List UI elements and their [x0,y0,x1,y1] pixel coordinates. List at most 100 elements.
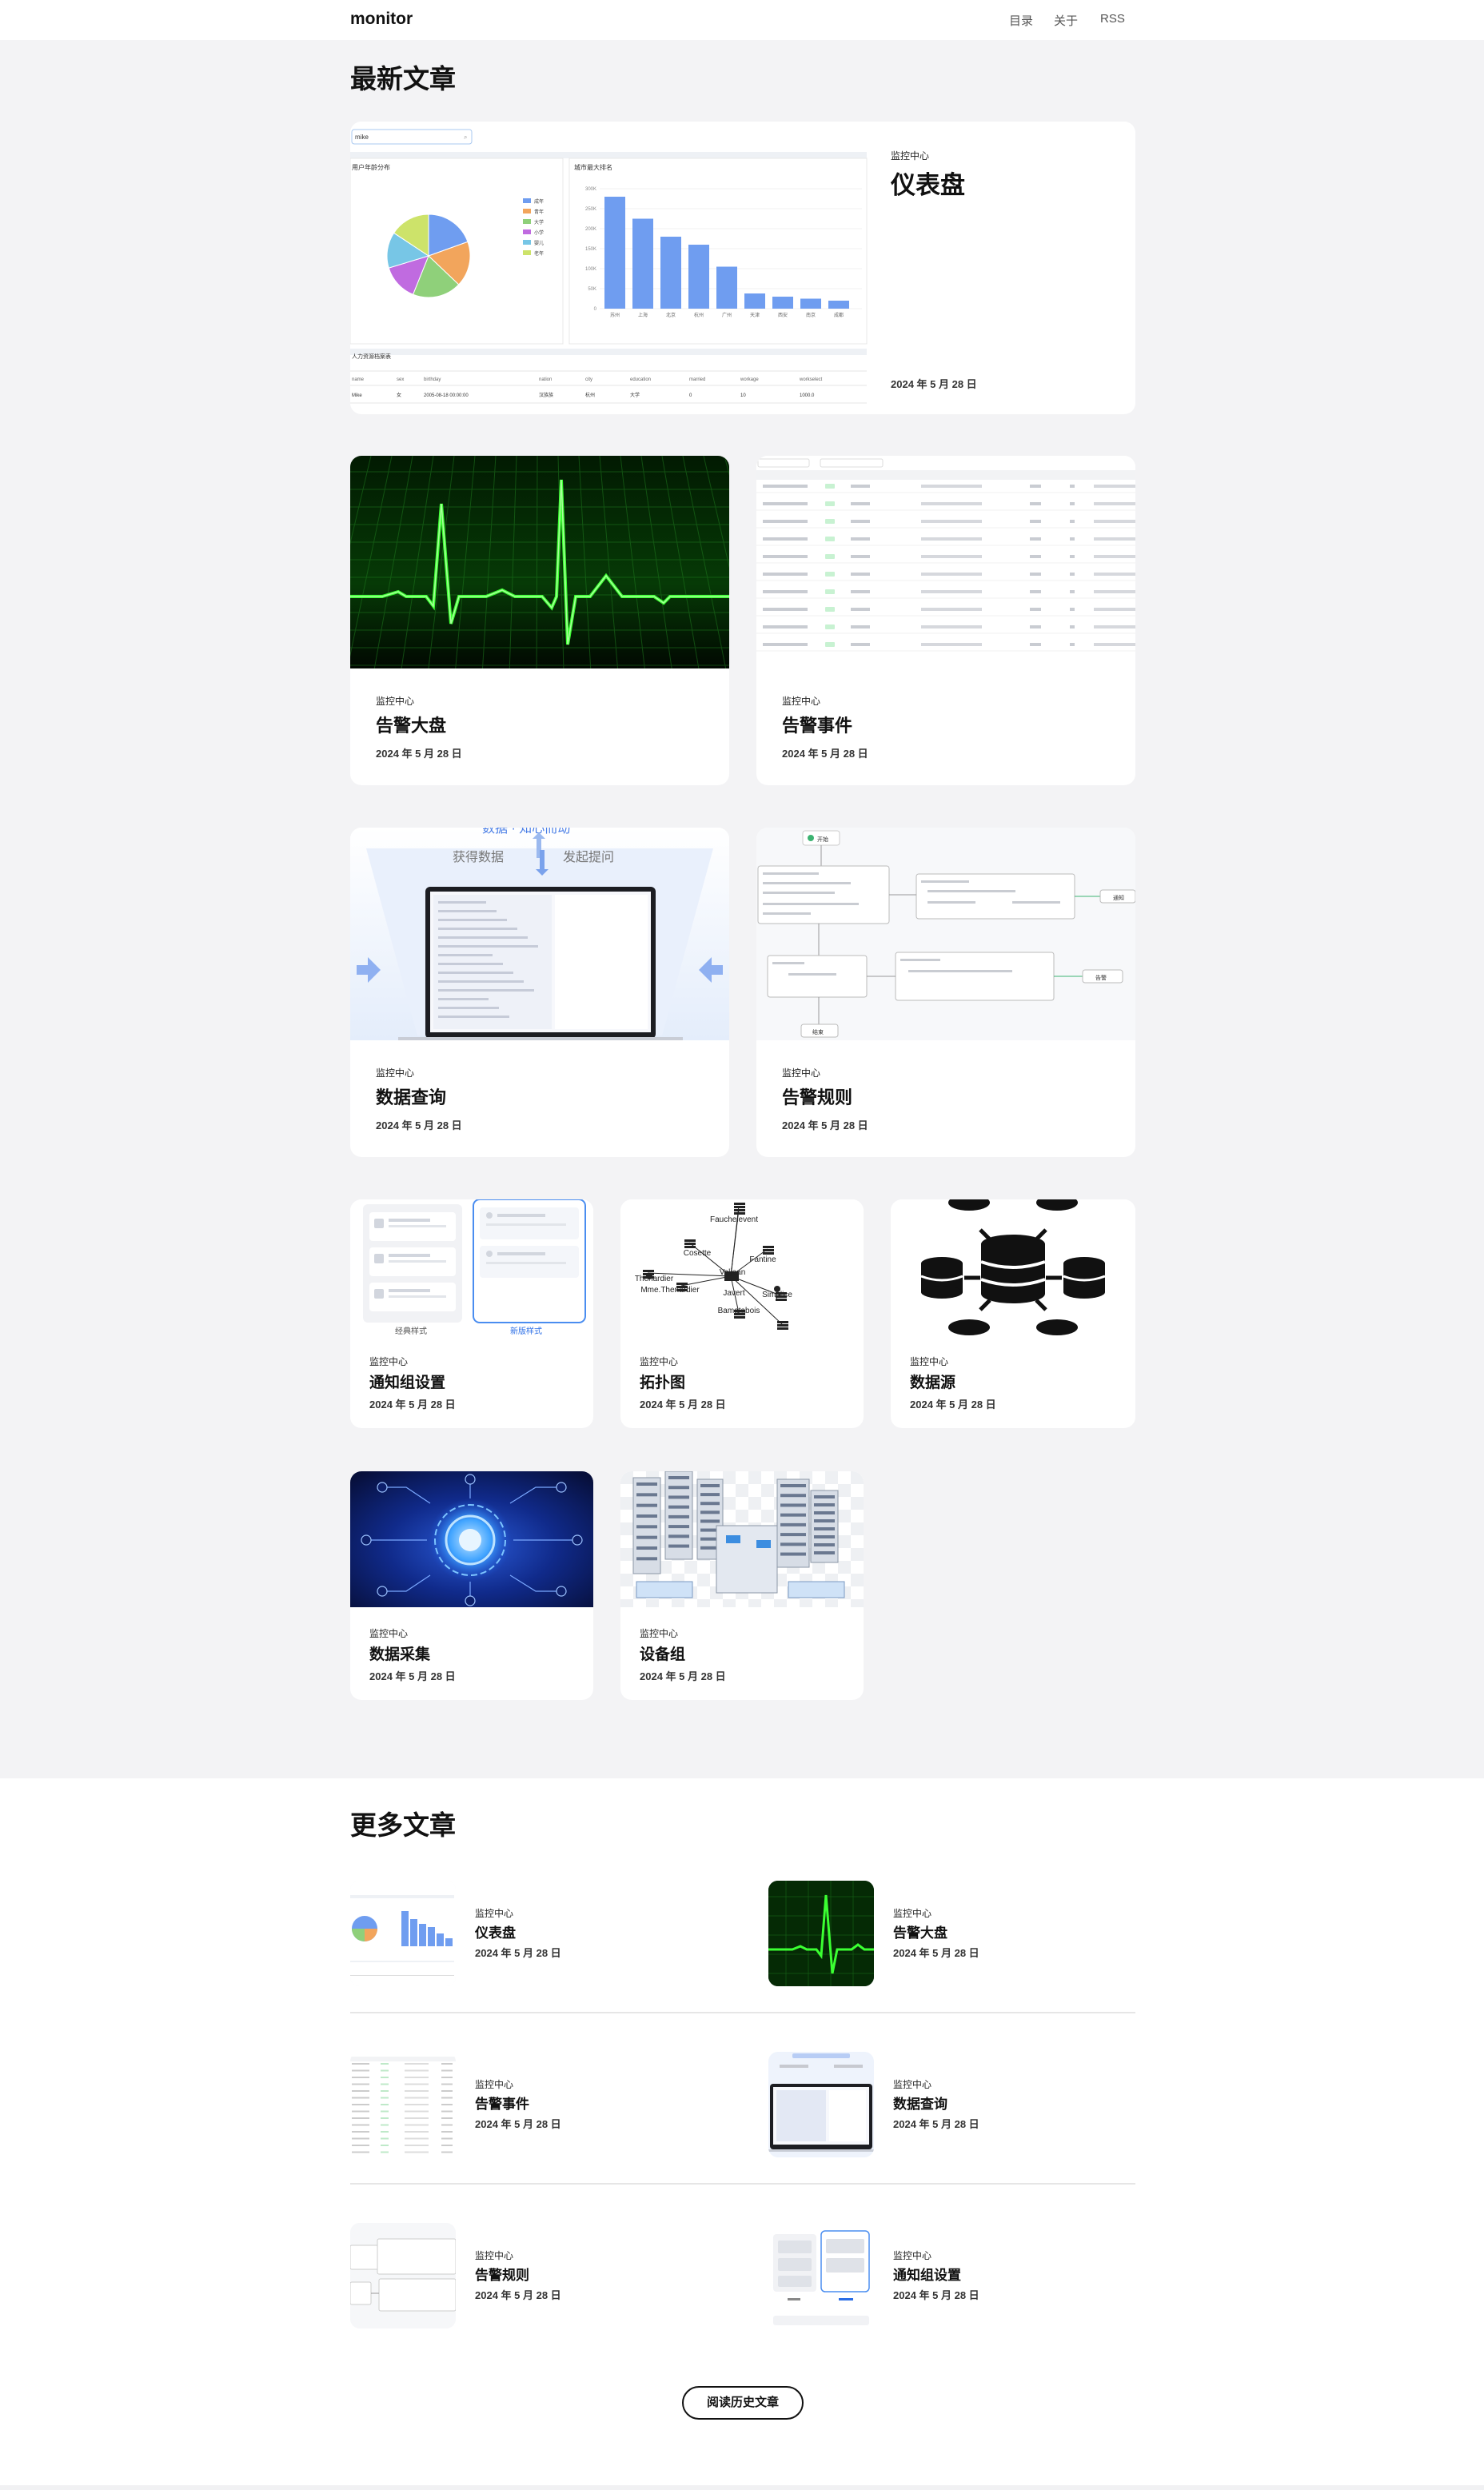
mini-event-cell [405,2124,429,2126]
event-cell [1094,573,1135,576]
checker-cell [761,1484,774,1497]
event-cell [1094,537,1135,541]
card-title[interactable]: 通知组设置 [369,1371,445,1392]
table-header: workselect [799,377,823,382]
card-server-group[interactable]: 监控中心 设备组 2024 年 5 月 28 日 [620,1471,864,1700]
more-item-title[interactable]: 数据查询 [893,2093,947,2113]
nav-about-link[interactable]: 关于 [1054,12,1078,29]
more-articles-section [0,1778,1484,2485]
event-cell [1030,502,1041,505]
event-status [825,501,835,506]
mini-event-cell [405,2097,429,2099]
site-logo[interactable]: monitor [350,10,413,29]
card-category: 监控中心 [369,1628,409,1639]
card-title[interactable]: 数据采集 [369,1642,430,1664]
server-unit [668,1525,689,1529]
more-item-date: 2024 年 5 月 28 日 [893,2289,979,2301]
more-item-thumb[interactable] [350,1881,456,1986]
card-data-query[interactable]: 数据 · 知心而动 获得数据 发起提问 监控中心 数据查询 2024 年 5 月… [350,828,729,1157]
mini-event-cell [441,2090,453,2092]
event-cell [1070,555,1075,558]
footer-strip [0,2485,1484,2490]
event-cell [1094,625,1135,628]
more-item-title[interactable]: 告警事件 [475,2093,529,2113]
event-cell [763,590,808,593]
event-cell [1030,485,1041,488]
card-title[interactable]: 告警事件 [782,712,852,737]
mini-event-cell [441,2124,453,2126]
card-title[interactable]: 拓扑图 [640,1371,685,1392]
query-line [438,1007,499,1009]
card-data-collect[interactable]: 监控中心 数据采集 2024 年 5 月 28 日 [350,1471,593,1700]
more-item-category: 监控中心 [475,1908,514,1919]
topology-label: Thenardier [635,1275,674,1283]
card-title[interactable]: 设备组 [640,1642,685,1664]
card-alarm-board[interactable]: 监控中心 告警大盘 2024 年 5 月 28 日 [350,456,729,785]
notify-item-line [389,1225,446,1227]
server-unit [636,1546,657,1550]
query-line [438,980,524,983]
event-cell [763,537,808,541]
more-item-title[interactable]: 告警规则 [475,2264,529,2284]
table-cell: 10 [740,393,746,398]
card-title[interactable]: 告警大盘 [376,712,446,737]
featured-card[interactable]: mike ⌕ 用户年龄分布 成年 青年 大学 小学 婴儿 老年 城市最大排名 300K 25… [350,122,1135,414]
legend-label: 老年 [534,250,544,257]
thumb-search-text: mike [355,134,369,141]
notify-item-line [389,1289,430,1292]
read-history-button[interactable]: 阅读历史文章 [682,2386,804,2420]
featured-title[interactable]: 仪表盘 [891,165,965,201]
event-cell [921,625,982,628]
bar-label: 南京 [806,312,816,318]
card-datasource[interactable]: 监控中心 数据源 2024 年 5 月 28 日 [891,1199,1135,1428]
event-status [825,572,835,577]
checker-cell [723,1599,736,1607]
card-title[interactable]: 数据源 [910,1371,955,1392]
more-item-thumb[interactable] [768,2223,874,2328]
more-divider [350,2183,1135,2185]
table-header: sex [397,377,404,382]
bar [632,218,653,309]
more-item-thumb[interactable] [768,2052,874,2157]
datasource-thumbnail [891,1199,1135,1335]
card-alarm-events[interactable]: 监控中心 告警事件 2024 年 5 月 28 日 [756,456,1135,785]
mini-event-cell [352,2077,369,2078]
dashboard-thumbnail: mike ⌕ 用户年龄分布 成年 青年 大学 小学 婴儿 老年 城市最大排名 300K 25… [350,122,870,414]
server-node-icon [777,1321,788,1323]
more-item-title[interactable]: 仪表盘 [475,1921,516,1941]
checker-cell [672,1599,684,1607]
circuit-node-icon [377,1586,388,1597]
notify-item-line [486,1223,566,1226]
more-item-thumb[interactable] [768,1881,874,1986]
checker-cell [620,1599,633,1607]
nav-rss-link[interactable]: RSS [1100,12,1125,26]
query-line [438,972,513,974]
server-unit [700,1519,720,1523]
nav-catalog-link[interactable]: 目录 [1009,12,1033,29]
card-alarm-rules[interactable]: 开始 通知 告警 结束 监控中心 告警规则 2024 年 5 月 28 日 [756,828,1135,1157]
mini-event-cell [441,2097,453,2099]
checker-cell [748,1497,761,1510]
notify-item-line [497,1214,545,1217]
card-date: 2024 年 5 月 28 日 [782,1119,868,1131]
notify-item-line [389,1219,430,1222]
server-node-icon [734,1209,745,1211]
more-item-title[interactable]: 通知组设置 [893,2264,961,2284]
more-item-title[interactable]: 告警大盘 [893,1921,947,1941]
event-cell [1094,590,1135,593]
more-item-thumb[interactable] [350,2052,456,2157]
server-unit [780,1484,806,1487]
card-title[interactable]: 数据查询 [376,1083,446,1109]
notify-left-text: 经典样式 [395,1326,427,1335]
card-notify-group[interactable]: 经典样式 新版样式 监控中心 通知组设置 2024 年 5 月 28 日 [350,1199,593,1428]
notify-item-line [486,1262,566,1264]
card-title[interactable]: 告警规则 [782,1083,852,1109]
notify-item-icon [374,1219,384,1228]
event-cell [763,485,808,488]
more-item-thumb[interactable] [350,2223,456,2328]
card-topology[interactable]: Fauchelevent Cosette Valjean Fantine Thenard… [620,1199,864,1428]
site-header: monitor 目录 关于 RSS [0,0,1484,40]
event-cell [1070,502,1075,505]
server-unit [700,1510,720,1514]
table-header: name [352,377,365,382]
